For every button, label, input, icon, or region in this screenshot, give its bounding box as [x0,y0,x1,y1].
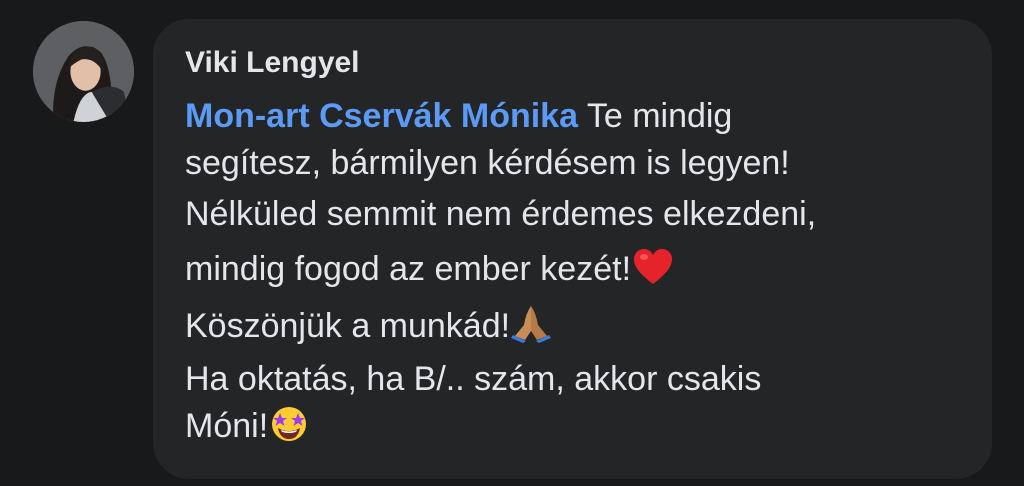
mention-link[interactable]: Mon-art Cservák Mónika [185,97,578,135]
commenter-avatar[interactable] [33,21,134,122]
red-heart-emoji-icon [632,248,674,303]
comment-line-text: Móni! [185,407,269,445]
comment-line: Mon-art Cservák Mónika Te mindig [185,93,972,140]
comment-line: segítesz, bármilyen kérdésem is legyen! [185,144,790,182]
comment-line-text: Köszönjük a munkád! [185,307,511,345]
comment-line: Köszönjük a munkád! [185,303,972,356]
comment-line: Móni! [185,403,972,456]
comment-bubble: Viki Lengyel Mon-art Cservák Mónika Te m… [153,19,992,479]
comment-line: Nélküled semmit nem érdemes elkezdeni, [185,195,817,233]
comment-author-name[interactable]: Viki Lengyel [185,45,972,81]
comment-text: Mon-art Cservák Mónika Te mindig segítes… [185,93,972,456]
avatar-photo [33,21,134,122]
folded-hands-emoji-icon [511,303,552,356]
comment-line: mindig fogod az ember kezét! [185,242,972,303]
comment-line-text: mindig fogod az ember kezét! [185,250,632,288]
star-struck-emoji-icon [269,403,309,456]
comment-line-text: Te mindig [578,97,733,135]
comment-line: Ha oktatás, ha B/.. szám, akkor csakis [185,360,762,398]
